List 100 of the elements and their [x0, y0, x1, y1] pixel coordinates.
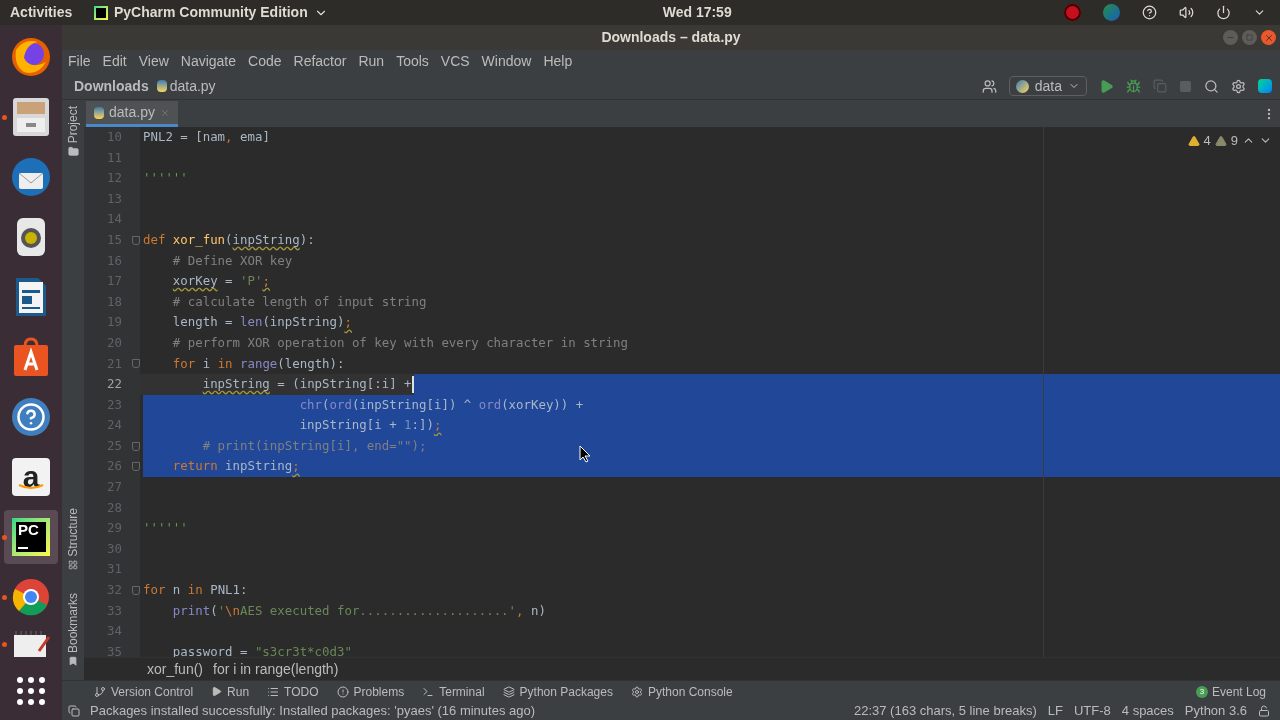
settings-icon[interactable] — [1231, 78, 1246, 94]
tool-window-button[interactable]: Terminal — [422, 682, 485, 701]
panel-toggle-icon[interactable] — [68, 705, 80, 717]
activities-button[interactable]: Activities — [10, 2, 94, 23]
code-line: print('\nAES executed for....................', n) — [171, 601, 546, 620]
menu-item[interactable]: Run — [358, 51, 385, 72]
terminal-icon — [422, 685, 435, 698]
status-message: Packages installed successfully: Installed packages: 'pyaes' (16 minutes ago) — [90, 702, 536, 720]
tool-window-button[interactable]: TODO — [267, 682, 319, 701]
code-line: return inpString; — [171, 457, 300, 476]
volume-icon[interactable] — [1179, 5, 1194, 20]
line-separator[interactable]: LF — [1047, 701, 1063, 720]
drawer-icon[interactable] — [11, 96, 51, 138]
globe-icon[interactable] — [10, 36, 52, 78]
close-button[interactable] — [1261, 30, 1276, 45]
close-icon — [1263, 32, 1274, 43]
structure-icon — [68, 559, 78, 570]
folder-icon — [67, 146, 79, 158]
breadcrumb-file[interactable]: data.py — [169, 75, 216, 97]
tool-window-button[interactable]: Python Console — [630, 682, 733, 701]
code-line: for n in PNL1: — [143, 581, 248, 600]
window-title: Downloads – data.py — [601, 28, 741, 47]
users-icon[interactable] — [981, 78, 997, 94]
breadcrumb-folder[interactable]: Downloads — [74, 75, 149, 97]
project-tool-tab[interactable]: Project — [64, 106, 82, 144]
globe-tray-icon[interactable] — [1103, 4, 1120, 21]
code-line: '''''' — [143, 519, 188, 538]
warning-icon — [1187, 134, 1200, 147]
warning-count[interactable]: 4 — [1203, 131, 1211, 151]
code-line: # print(inpString[i], end=""); — [201, 436, 427, 455]
run-config-dropdown[interactable]: data — [1008, 76, 1087, 96]
structure-tool-tab[interactable]: Structure — [64, 508, 82, 557]
menu-item[interactable]: Code — [248, 51, 282, 72]
menu-item[interactable]: View — [138, 51, 169, 72]
power-icon[interactable] — [1216, 5, 1231, 20]
menu-item[interactable]: Tools — [396, 51, 429, 72]
menu-item[interactable]: Window — [481, 51, 532, 72]
maximize-icon — [1246, 34, 1253, 41]
python-file-icon — [156, 80, 167, 92]
weak-warning-count[interactable]: 9 — [1230, 131, 1238, 151]
indent-setting[interactable]: 4 spaces — [1121, 701, 1174, 720]
code-breadcrumb[interactable]: xor_fun() — [147, 658, 204, 680]
code-line: inpString[i + 1:]); — [298, 416, 442, 435]
file-encoding[interactable]: UTF-8 — [1073, 701, 1111, 720]
menu-item[interactable]: VCS — [440, 51, 470, 72]
python-file-icon — [94, 106, 104, 119]
code-line: # perform XOR operation of key with every character in string — [171, 333, 628, 352]
menu-item[interactable]: Help — [543, 51, 573, 72]
bookmarks-tool-tab[interactable]: Bookmarks — [64, 592, 82, 653]
bookmark-icon — [68, 656, 78, 666]
speaker-icon[interactable] — [14, 216, 48, 258]
fold-marker-icon[interactable] — [132, 441, 140, 451]
debug-icon[interactable] — [1126, 78, 1141, 94]
fold-marker-icon[interactable] — [132, 462, 140, 472]
line-number: 22 — [107, 375, 122, 394]
code-line: '''''' — [143, 169, 188, 188]
clock[interactable]: Wed 17:59 — [662, 2, 732, 23]
notepad-icon[interactable] — [11, 631, 51, 657]
fold-marker-icon[interactable] — [132, 359, 140, 369]
shopping-bag-icon[interactable] — [11, 336, 51, 378]
shop-logo-icon[interactable]: a — [12, 458, 50, 496]
interpreter[interactable]: Python 3.6 — [1184, 701, 1247, 720]
code-line: def xor_fun(inpString): — [143, 230, 315, 249]
fold-marker-icon[interactable] — [132, 235, 140, 245]
menu-item[interactable]: File — [68, 51, 91, 72]
editor-tab[interactable]: data.py — [86, 101, 178, 127]
app-menu[interactable]: PyCharm Community Edition — [94, 2, 328, 23]
ide-small-icon — [94, 5, 108, 20]
plugin-logo-icon[interactable] — [1258, 79, 1272, 93]
branch-icon — [94, 685, 106, 698]
round-browser-icon[interactable] — [11, 577, 51, 617]
layers-icon — [502, 685, 515, 698]
app-grid-icon[interactable] — [16, 676, 46, 706]
menu-item[interactable]: Navigate — [180, 51, 237, 72]
code-line: xorKey = 'P'; — [171, 272, 270, 291]
run-icon[interactable] — [1099, 78, 1114, 94]
list-icon — [267, 685, 280, 698]
tool-window-button[interactable]: Run — [211, 682, 250, 701]
tool-window-button[interactable]: Problems — [336, 682, 405, 701]
code-breadcrumb[interactable]: for i in range(length) — [213, 658, 339, 680]
unlock-icon[interactable] — [1258, 705, 1270, 717]
mouse-pointer-icon — [579, 445, 591, 463]
menu-item[interactable]: Edit — [102, 51, 127, 72]
caret-position[interactable]: 22:37 (163 chars, 5 line breaks) — [853, 701, 1037, 720]
ide-logo-icon[interactable]: PC — [12, 518, 50, 556]
code-line: for i in range(length): — [171, 354, 345, 373]
help-icon[interactable] — [12, 398, 50, 436]
event-count-badge: 3 — [1195, 685, 1208, 698]
alert-icon — [336, 685, 349, 698]
fold-marker-icon[interactable] — [132, 585, 140, 595]
bird-envelope-icon[interactable] — [10, 156, 52, 198]
menu-item[interactable]: Refactor — [293, 51, 347, 72]
code-line: inpString = (inpString[:i] + — [201, 375, 412, 394]
search-icon[interactable] — [1204, 78, 1219, 94]
document-icon[interactable] — [14, 276, 48, 318]
event-log-button[interactable]: 3 Event Log — [1195, 682, 1266, 701]
tool-window-button[interactable]: Version Control — [94, 682, 194, 701]
code-line: chr(ord(inpString[i]) ^ ord(xorKey)) + — [298, 395, 584, 414]
play-icon — [211, 686, 223, 697]
tool-window-button[interactable]: Python Packages — [502, 682, 613, 701]
